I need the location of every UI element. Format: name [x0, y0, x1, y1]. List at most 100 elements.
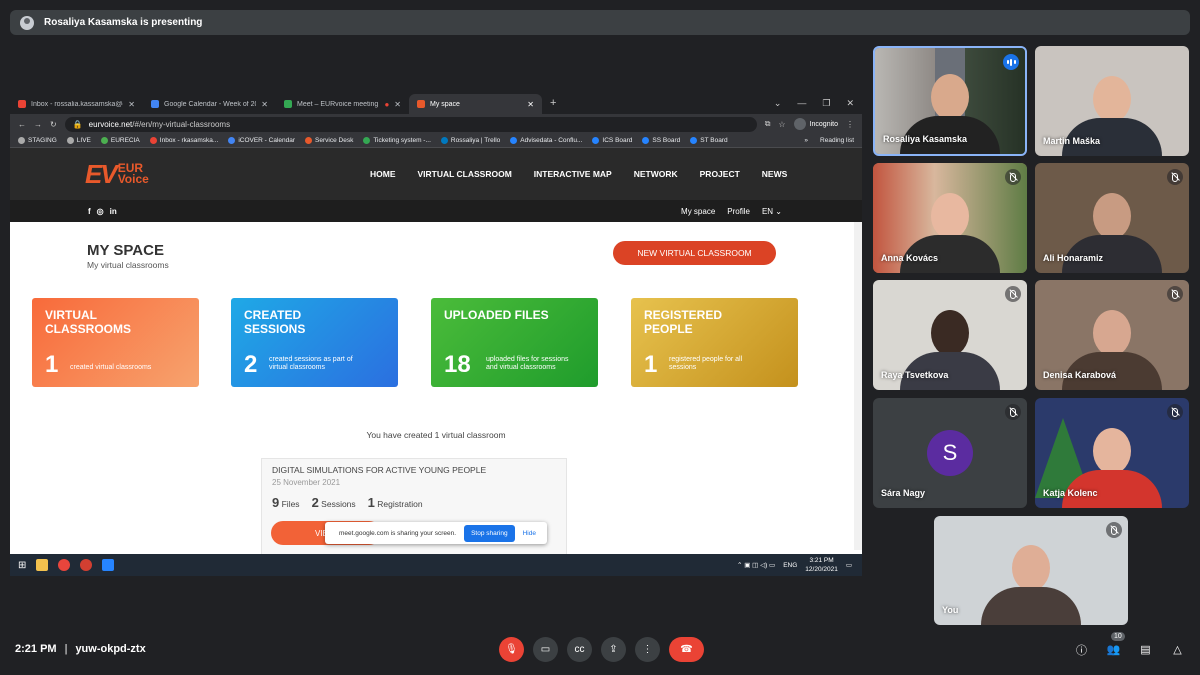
participant-tile[interactable]: Rosaliya Kasamska — [873, 46, 1027, 156]
bookmark-label: STAGING — [28, 137, 57, 144]
participant-tile[interactable]: S Sára Nagy — [873, 398, 1027, 508]
nav-interactive-map[interactable]: INTERACTIVE MAP — [534, 169, 612, 179]
eurvoice-logo[interactable]: EV EUR Voice — [85, 159, 149, 190]
presenting-banner: Rosaliya Kasamska is presenting — [10, 10, 1190, 35]
people-button[interactable]: 👥 10 — [1106, 632, 1125, 657]
url-field[interactable]: 🔒 eurvoice.net/#/en/my-virtual-classroom… — [64, 116, 757, 132]
bookmark[interactable]: STAGING — [18, 137, 57, 144]
windows-start-icon[interactable]: ⊞ — [18, 560, 26, 571]
close-icon[interactable]: ✕ — [527, 100, 534, 109]
reload-icon[interactable]: ↻ — [50, 120, 57, 129]
bookmark-label: Advisedata - Conflu... — [520, 137, 583, 144]
bookmark[interactable]: iCOVER - Calendar — [228, 137, 295, 144]
browser-tab[interactable]: Google Calendar - Week of 20 De ✕ — [143, 94, 276, 114]
nav-project[interactable]: PROJECT — [700, 169, 740, 179]
close-window-icon[interactable]: ✕ — [846, 98, 854, 109]
hide-button[interactable]: Hide — [523, 530, 536, 537]
bookmark[interactable]: ST Board — [690, 137, 728, 144]
mic-toggle-button[interactable]: 🎙 — [499, 637, 524, 662]
language-select[interactable]: EN ⌄ — [762, 207, 782, 216]
nav-network[interactable]: NETWORK — [634, 169, 678, 179]
browser-tab-active[interactable]: My space ✕ — [409, 94, 542, 114]
confluence-icon — [510, 137, 518, 144]
camera-toggle-button[interactable]: ▭ — [533, 637, 558, 662]
logo-mark: EV — [85, 158, 118, 189]
notifications-icon[interactable]: ▭ — [846, 561, 852, 569]
meet-icon — [284, 100, 292, 108]
clock[interactable]: 3:21 PM 12/20/2021 — [805, 556, 838, 574]
page-title: MY SPACE — [87, 242, 164, 259]
participant-tile[interactable]: Denisa Karabová — [1035, 280, 1189, 390]
maximize-icon[interactable]: ❐ — [822, 98, 830, 109]
stat-card-uploaded-files[interactable]: UPLOADED FILES 18 uploaded files for ses… — [431, 298, 598, 387]
tab-search-icon[interactable]: ⌄ — [774, 98, 782, 109]
new-virtual-classroom-button[interactable]: NEW VIRTUAL CLASSROOM — [613, 241, 776, 265]
language-indicator[interactable]: ENG — [783, 562, 797, 569]
translate-icon[interactable]: ⧉ — [765, 119, 771, 129]
stat-card-registered-people[interactable]: REGISTERED PEOPLE 1 registered people fo… — [631, 298, 798, 387]
close-icon[interactable]: ✕ — [394, 100, 401, 109]
nav-virtual-classroom[interactable]: VIRTUAL CLASSROOM — [418, 169, 512, 179]
more-menu-icon[interactable]: ⋮ — [846, 120, 854, 129]
linkedin-icon[interactable]: in — [110, 207, 117, 216]
card-description: uploaded files for sessions and virtual … — [486, 356, 569, 371]
captions-button[interactable]: cc — [567, 637, 592, 662]
self-tile[interactable]: You — [934, 516, 1128, 625]
participant-tile[interactable]: Anna Kovács — [873, 163, 1027, 273]
bookmark[interactable]: Ticketing system -... — [363, 137, 431, 144]
app-icon[interactable] — [102, 559, 115, 571]
incognito-label: Incognito — [809, 120, 838, 128]
registration-label: Registration — [377, 499, 423, 509]
participant-tile[interactable]: Martin Maška — [1035, 46, 1189, 156]
profile-link[interactable]: Profile — [727, 207, 750, 216]
bookmark[interactable]: Rossaliya | Trello — [440, 137, 500, 144]
stat-card-virtual-classrooms[interactable]: VIRTUAL CLASSROOMS 1 created virtual cla… — [32, 298, 199, 387]
bookmark[interactable]: SS Board — [642, 137, 680, 144]
close-icon[interactable]: ✕ — [128, 100, 135, 109]
stop-sharing-button[interactable]: Stop sharing — [464, 524, 515, 542]
star-icon[interactable]: ☆ — [778, 120, 785, 129]
activities-button[interactable]: △ — [1170, 642, 1185, 657]
close-icon[interactable]: ✕ — [261, 100, 268, 109]
browser-tab[interactable]: Inbox - rossalia.kassamska@gma ✕ — [10, 94, 143, 114]
facebook-icon[interactable]: f — [88, 207, 91, 216]
bookmark[interactable]: Inbox - rkasamska... — [149, 137, 218, 144]
instagram-icon[interactable]: ◎ — [97, 207, 104, 216]
file-explorer-icon[interactable] — [36, 559, 49, 571]
participant-tile[interactable]: Katja Kolenc — [1035, 398, 1189, 508]
nav-home[interactable]: HOME — [370, 169, 396, 179]
nav-news[interactable]: NEWS — [762, 169, 788, 179]
meeting-details-button[interactable]: ⓘ — [1074, 642, 1089, 657]
present-button[interactable]: ⇪ — [601, 637, 626, 662]
participant-name: Denisa Karabová — [1043, 370, 1117, 380]
participant-tile[interactable]: Ali Honaramiz — [1035, 163, 1189, 273]
my-space-link[interactable]: My space — [681, 207, 715, 216]
tray-icons[interactable]: ⌃ ▣ ◫ ◁) ▭ — [737, 561, 775, 569]
registration-count: 1 — [367, 495, 375, 510]
more-bookmarks-icon[interactable]: » — [804, 137, 808, 144]
page-scrollbar[interactable] — [854, 222, 862, 550]
bookmark[interactable]: Advisedata - Conflu... — [510, 137, 582, 144]
reading-list[interactable]: Reading list — [820, 137, 854, 144]
bookmark[interactable]: ICS Board — [592, 137, 632, 144]
leave-call-button[interactable]: ☎ — [669, 637, 704, 662]
bookmark[interactable]: LIVE — [66, 137, 91, 144]
chat-button[interactable]: ▤ — [1138, 642, 1153, 657]
info-icon: ⓘ — [1076, 644, 1087, 657]
incognito-badge[interactable]: Incognito — [793, 118, 838, 130]
bookmark[interactable]: Service Desk — [305, 137, 353, 144]
forward-icon[interactable]: → — [34, 120, 42, 129]
chrome-profile-icon[interactable] — [80, 559, 93, 571]
sessions-count: 2 — [311, 495, 319, 510]
more-options-button[interactable]: ⋮ — [635, 637, 660, 662]
back-icon[interactable]: ← — [18, 120, 26, 129]
participant-tile[interactable]: Raya Tsvetkova — [873, 280, 1027, 390]
chrome-icon[interactable] — [58, 559, 71, 571]
new-tab-button[interactable]: + — [542, 97, 564, 114]
stat-card-created-sessions[interactable]: CREATED SESSIONS 2 created sessions as p… — [231, 298, 398, 387]
minimize-icon[interactable]: — — [797, 98, 806, 109]
browser-tab[interactable]: Meet – EURvoice meeting ● ✕ — [276, 94, 409, 114]
participant-name: Raya Tsvetkova — [881, 370, 949, 380]
card-title: REGISTERED PEOPLE — [644, 308, 723, 336]
bookmark[interactable]: EURECIA — [100, 137, 140, 144]
